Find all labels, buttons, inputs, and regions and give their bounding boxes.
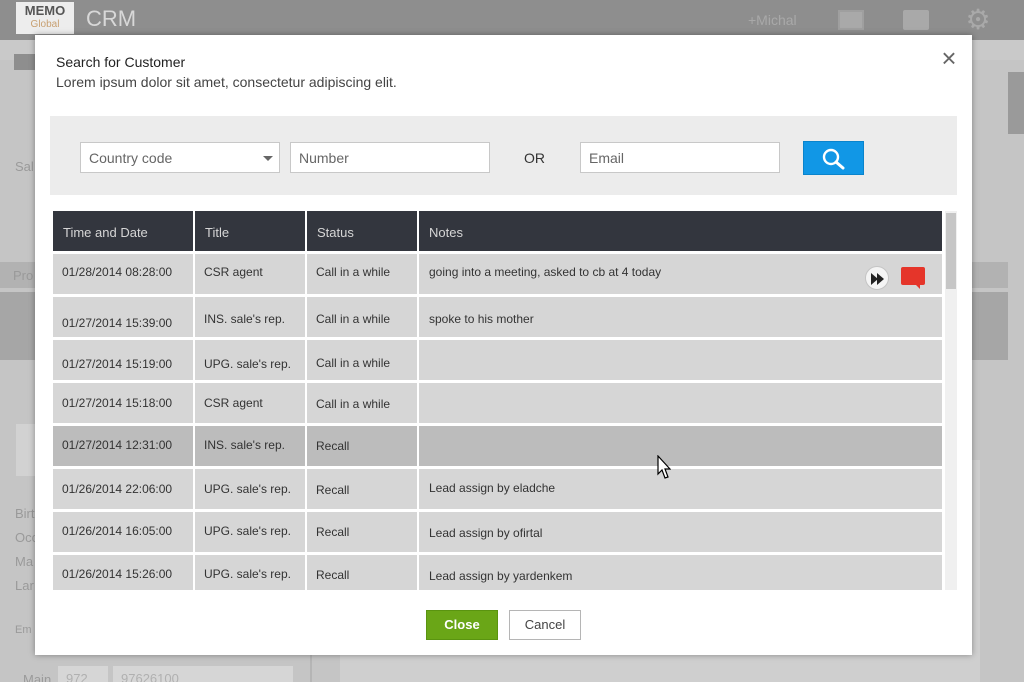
- number-input[interactable]: Number: [290, 142, 490, 173]
- cell-title: INS. sale's rep.: [204, 312, 285, 326]
- column-header-date[interactable]: Time and Date: [53, 211, 193, 251]
- comment-icon[interactable]: [901, 267, 925, 289]
- search-customer-dialog: Search for Customer Lorem ipsum dolor si…: [35, 35, 972, 655]
- bg-value-phone: 97626100: [121, 671, 179, 682]
- dialog-subtitle: Lorem ipsum dolor sit amet, consectetur …: [56, 74, 397, 90]
- cell-notes: [419, 340, 942, 380]
- cell-status: Call in a while: [316, 265, 391, 279]
- cell-date: 01/27/2014 15:39:00: [62, 316, 173, 330]
- bg-label-lar: Lar: [15, 578, 34, 593]
- cell-title: CSR agent: [204, 265, 263, 279]
- bg-label-sal: Sal: [15, 159, 34, 174]
- table-row[interactable]: 01/27/2014 12:31:00 INS. sale's rep. Rec…: [53, 426, 942, 466]
- cell-title: UPG. sale's rep.: [204, 524, 291, 538]
- cell-title: INS. sale's rep.: [204, 438, 285, 452]
- cell-notes: [419, 426, 942, 466]
- app-topbar: MEMO Global CRM +Michal ⚙: [0, 0, 1024, 40]
- dialog-title: Search for Customer: [56, 54, 186, 70]
- table-row[interactable]: 01/27/2014 15:19:00 UPG. sale's rep. Cal…: [53, 340, 942, 380]
- search-button[interactable]: [803, 141, 864, 175]
- mail-icon[interactable]: [838, 10, 864, 30]
- cell-status: Recall: [316, 568, 350, 582]
- logo-line2: Global: [30, 19, 60, 30]
- user-name[interactable]: +Michal: [748, 12, 797, 28]
- history-table: Time and Date Title Status Notes 01/28/2…: [53, 211, 942, 590]
- table-row[interactable]: 01/26/2014 15:26:00 UPG. sale's rep. Rec…: [53, 555, 942, 590]
- bg-label-main: Main: [23, 672, 52, 682]
- cell-date: 01/26/2014 22:06:00: [62, 482, 173, 496]
- cell-date: 01/26/2014 16:05:00: [62, 524, 173, 538]
- table-scroll-thumb[interactable]: [946, 213, 956, 289]
- cell-notes: spoke to his mother: [429, 312, 534, 326]
- search-bar: Country code Number OR Email: [50, 116, 957, 195]
- fast-forward-icon[interactable]: [865, 266, 889, 290]
- table-row[interactable]: 01/27/2014 15:18:00 CSR agent Call in a …: [53, 383, 942, 423]
- table-header: Time and Date Title Status Notes: [53, 211, 942, 251]
- cell-status: Recall: [316, 439, 350, 453]
- cell-notes: Lead assign by eladche: [429, 481, 556, 495]
- bg-label-birt: Birt: [15, 506, 35, 521]
- mouse-cursor-icon: [657, 455, 671, 479]
- table-row[interactable]: 01/26/2014 22:06:00 UPG. sale's rep. Rec…: [53, 469, 942, 509]
- cell-status: Recall: [316, 483, 350, 497]
- page-scrollbar[interactable]: [1008, 72, 1024, 134]
- cell-status: Recall: [316, 525, 350, 539]
- table-scrollbar[interactable]: [945, 211, 957, 590]
- bg-label-em: Em: [15, 624, 32, 636]
- cell-date: 01/27/2014 15:18:00: [62, 396, 173, 410]
- gear-icon[interactable]: ⚙: [964, 6, 992, 34]
- logo-line1: MEMO: [24, 3, 66, 18]
- cell-status: Call in a while: [316, 312, 391, 326]
- bg-label-pro: Pro: [13, 268, 34, 283]
- cell-date: 01/27/2014 12:31:00: [62, 438, 173, 452]
- cell-date: 01/26/2014 15:26:00: [62, 567, 173, 581]
- email-input[interactable]: Email: [580, 142, 780, 173]
- country-code-placeholder: Country code: [89, 150, 173, 166]
- cell-notes: [419, 383, 942, 423]
- cell-notes: Lead assign by yardenkem: [429, 569, 573, 583]
- cell-title: UPG. sale's rep.: [204, 567, 291, 581]
- cell-title: UPG. sale's rep.: [204, 357, 291, 371]
- close-icon[interactable]: ×: [937, 45, 961, 71]
- cell-notes: Lead assign by ofirtal: [429, 526, 543, 540]
- chevron-down-icon: [263, 156, 273, 161]
- bg-label-ma: Ma: [15, 554, 34, 569]
- cell-title: CSR agent: [204, 396, 263, 410]
- table-row[interactable]: 01/27/2014 15:39:00 INS. sale's rep. Cal…: [53, 297, 942, 337]
- cell-status: Call in a while: [316, 397, 391, 411]
- cell-date: 01/27/2014 15:19:00: [62, 357, 173, 371]
- table-row[interactable]: 01/28/2014 08:28:00 CSR agent Call in a …: [53, 254, 942, 294]
- chat-icon[interactable]: [903, 10, 929, 30]
- cell-date: 01/28/2014 08:28:00: [62, 265, 173, 279]
- search-icon: [822, 148, 845, 170]
- cell-title: UPG. sale's rep.: [204, 482, 291, 496]
- bg-value-prefix: 972: [66, 671, 88, 682]
- country-code-select[interactable]: Country code: [80, 142, 280, 173]
- cell-notes: going into a meeting, asked to cb at 4 t…: [429, 265, 662, 279]
- app-title: CRM: [86, 6, 137, 31]
- column-header-status[interactable]: Status: [307, 211, 417, 251]
- app-logo: MEMO Global: [16, 2, 74, 34]
- cell-status: Call in a while: [316, 356, 391, 370]
- table-row[interactable]: 01/26/2014 16:05:00 UPG. sale's rep. Rec…: [53, 512, 942, 552]
- close-button[interactable]: Close: [426, 610, 498, 640]
- column-header-title[interactable]: Title: [195, 211, 305, 251]
- column-header-notes[interactable]: Notes: [419, 211, 942, 251]
- or-label: OR: [524, 150, 545, 166]
- cancel-button[interactable]: Cancel: [509, 610, 581, 640]
